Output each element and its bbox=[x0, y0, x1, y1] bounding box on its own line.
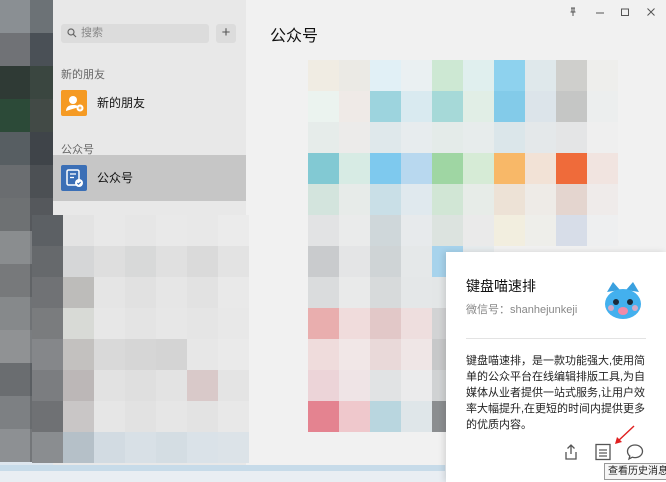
sidebar-item-official-accounts[interactable]: 公众号 bbox=[53, 155, 246, 201]
history-messages-icon[interactable] bbox=[593, 442, 613, 462]
blurred-background-bottom bbox=[32, 215, 446, 465]
official-account-icon bbox=[61, 165, 87, 191]
minimize-icon[interactable] bbox=[591, 7, 609, 20]
search-placeholder: 搜索 bbox=[81, 27, 103, 39]
sidebar-item-label: 公众号 bbox=[97, 171, 134, 185]
card-divider bbox=[466, 338, 646, 339]
close-icon[interactable] bbox=[642, 7, 660, 20]
sidebar-item-new-friends[interactable]: 新的朋友 bbox=[53, 80, 246, 126]
share-icon[interactable] bbox=[561, 442, 581, 462]
maximize-icon[interactable] bbox=[616, 7, 634, 20]
taskbar-accent bbox=[0, 465, 445, 471]
account-wechat-id: 微信号：shanhejunkeji bbox=[466, 304, 578, 316]
tooltip: 查看历史消息 bbox=[604, 463, 666, 480]
account-avatar[interactable] bbox=[600, 278, 646, 324]
page-title: 公众号 bbox=[270, 28, 319, 45]
new-friend-icon bbox=[61, 90, 87, 116]
account-profile-card: 键盘喵速排 微信号：shanhejunkeji 键盘喵速排，是一款功能强大,使用… bbox=[446, 252, 666, 482]
search-input[interactable]: 搜索 bbox=[61, 24, 209, 43]
add-button[interactable]: + bbox=[216, 24, 236, 43]
pin-icon[interactable] bbox=[564, 7, 582, 20]
account-name: 键盘喵速排 bbox=[466, 278, 536, 294]
sidebar-item-label: 新的朋友 bbox=[97, 96, 146, 110]
search-icon bbox=[67, 24, 77, 43]
account-description: 键盘喵速排，是一款功能强大,使用简单的公众平台在线编辑排版工具,为自媒体从业者提… bbox=[466, 355, 646, 431]
annotation-arrow bbox=[612, 424, 636, 446]
